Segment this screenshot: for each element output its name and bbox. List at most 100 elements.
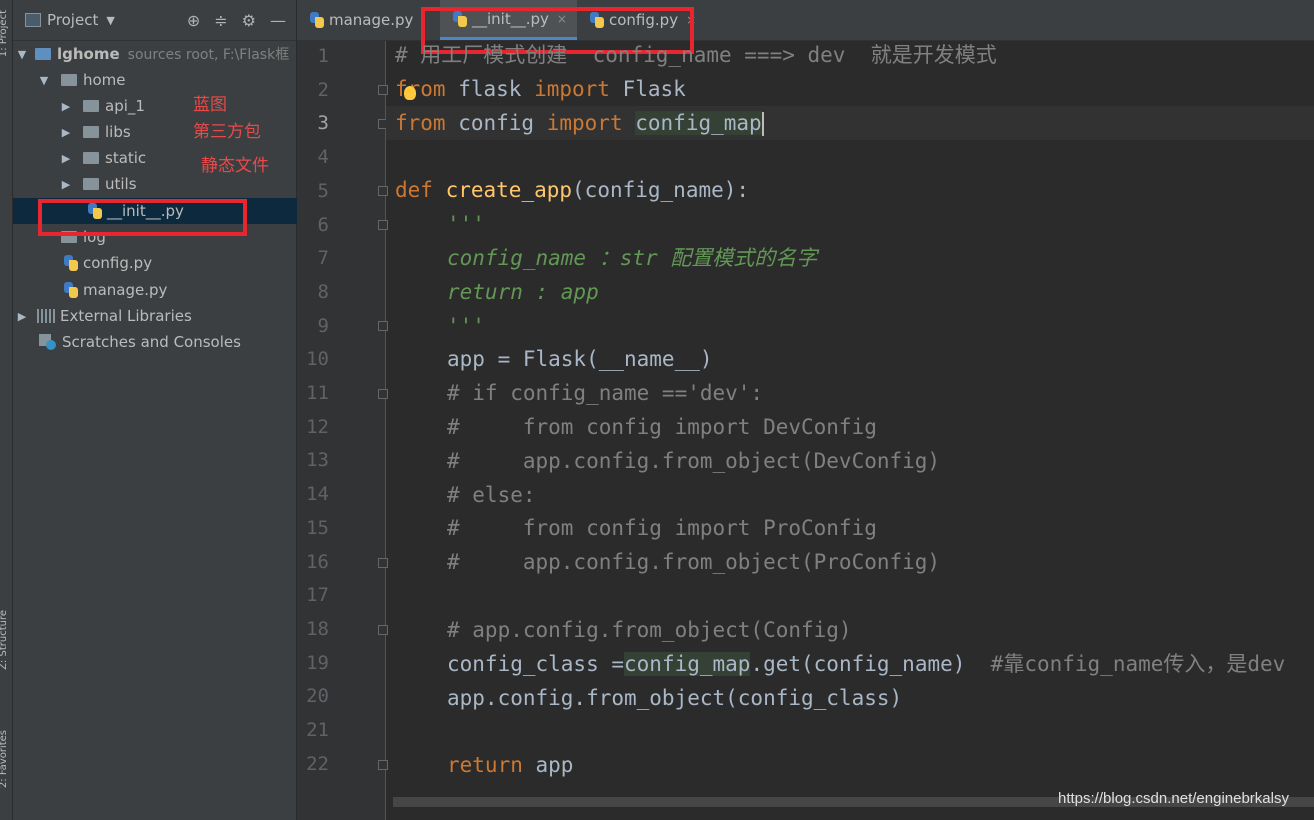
code-line-14: # else: (447, 483, 536, 507)
line-number: 12 (306, 415, 329, 438)
fold-marker-icon[interactable] (378, 760, 388, 770)
fold-marker-icon[interactable] (378, 558, 388, 568)
imported-name: Flask (609, 77, 686, 101)
tree-item-utils[interactable]: ▶ utils (13, 171, 342, 197)
chevron-down-icon[interactable]: ▼ (15, 48, 29, 61)
module-name: config (445, 111, 547, 135)
fold-marker-icon[interactable] (378, 85, 388, 95)
keyword: import (534, 77, 610, 101)
tool-window-strip: 1: Project Z: Structure 2: Favorites (0, 0, 13, 820)
keyword: import (546, 111, 623, 135)
fold-marker-icon[interactable] (378, 186, 388, 196)
imported-name: config_map (635, 111, 762, 135)
fold-marker-icon[interactable] (378, 321, 388, 331)
project-icon (25, 13, 41, 27)
line-number: 17 (306, 584, 329, 607)
chevron-right-icon[interactable]: ▶ (59, 152, 73, 165)
line-number: 3 (317, 112, 329, 135)
line-number: 10 (306, 348, 329, 371)
fold-marker-icon[interactable] (378, 625, 388, 635)
project-tool-tab[interactable]: 1: Project (0, 10, 9, 57)
line-number: 1 (317, 45, 329, 67)
line-number: 13 (306, 449, 329, 472)
python-file-icon (63, 255, 79, 271)
code-text: config_class = (447, 652, 625, 676)
line-number: 7 (317, 247, 329, 270)
line-number: 14 (306, 483, 329, 506)
code-line-8: return : app (447, 280, 599, 304)
tree-item-label: api_1 (105, 97, 145, 115)
module-name: flask (445, 77, 535, 101)
annotation-third-party: 第三方包 (193, 122, 261, 142)
project-panel-toolbar: Project ▼ ⊕ ≑ ⚙ — (13, 0, 296, 41)
line-number: 22 (306, 752, 329, 775)
line-number: 20 (306, 685, 329, 708)
lightbulb-icon[interactable] (404, 86, 416, 100)
folder-icon (83, 152, 99, 164)
line-number: 5 (317, 179, 329, 202)
tab-label: manage.py (329, 11, 414, 29)
chevron-right-icon[interactable]: ▶ (59, 100, 73, 113)
chevron-down-icon[interactable]: ▼ (37, 74, 51, 87)
keyword: return (447, 753, 523, 777)
fold-marker-icon[interactable] (378, 220, 388, 230)
tree-item-label: manage.py (83, 281, 168, 299)
chevron-right-icon[interactable]: ▶ (15, 310, 29, 323)
code-line-22: return app (447, 748, 573, 782)
line-number: 6 (317, 213, 329, 236)
project-panel-title[interactable]: Project (47, 11, 98, 29)
python-file-icon (309, 12, 325, 28)
tree-item-label: Scratches and Consoles (62, 333, 241, 351)
tree-item-lghome[interactable]: ▼ lghome sources root, F:\Flask框 (13, 41, 298, 67)
code-line-9: ''' (447, 314, 485, 338)
tab-manage-py[interactable]: manage.py (309, 0, 423, 40)
code-line-1: # 用工厂模式创建 config_name ===> dev 就是开发模式 (395, 43, 997, 67)
function-name: create_app (445, 178, 573, 202)
tree-item-label: External Libraries (60, 307, 192, 325)
code-line-12: # from config import DevConfig (447, 415, 877, 439)
scratches-icon (39, 334, 57, 350)
chevron-right-icon[interactable]: ▶ (59, 178, 73, 191)
code-line-13: # app.config.from_object(DevConfig) (447, 449, 941, 473)
chevron-right-icon[interactable]: ▶ (59, 126, 73, 139)
editor-gutter: 1 2 3 4 5 6 7 8 9 10 11 12 13 14 15 16 17 18 19 20 21 22 (297, 41, 388, 820)
function-params: (config_name): (572, 178, 750, 202)
code-line-20: app.config.from_object(config_class) (447, 686, 903, 710)
folder-icon (83, 100, 99, 112)
tree-item-libs[interactable]: ▶ libs (13, 119, 342, 145)
code-line-16: # app.config.from_object(ProConfig) (447, 550, 941, 574)
favorites-tool-tab[interactable]: 2: Favorites (0, 730, 9, 788)
fold-marker-icon[interactable] (378, 389, 388, 399)
keyword: from (395, 111, 446, 135)
code-line-3: from config import config_map (395, 106, 764, 140)
code-line-6: ''' (447, 212, 485, 236)
tree-item-label: home (83, 71, 126, 89)
tree-item-label: config.py (83, 254, 153, 272)
line-number: 2 (317, 78, 329, 101)
tree-item-external-libraries[interactable]: ▶ External Libraries (13, 303, 298, 329)
line-number: 21 (306, 719, 329, 741)
watermark: https://blog.csdn.net/enginebrkalsy (1058, 790, 1289, 807)
keyword: from (395, 77, 446, 101)
collapse-all-icon[interactable]: ≑ (214, 11, 227, 30)
python-file-icon (63, 282, 79, 298)
locate-icon[interactable]: ⊕ (187, 11, 200, 30)
code-line-2: from flask import Flask (395, 72, 686, 106)
folder-icon (61, 74, 77, 86)
tree-item-label: static (105, 149, 147, 167)
tree-item-api[interactable]: ▶ api_1 (13, 93, 342, 119)
tree-item-label: lghome (57, 45, 120, 63)
chevron-down-icon[interactable]: ▼ (106, 14, 114, 27)
gear-icon[interactable]: ⚙ (242, 11, 256, 30)
code-line-5: def create_app(config_name): (395, 173, 749, 207)
minimize-icon[interactable]: — (270, 11, 286, 30)
tree-item-scratches[interactable]: Scratches and Consoles (13, 329, 322, 355)
line-number: 11 (306, 382, 329, 404)
line-number: 18 (306, 617, 329, 640)
code-line-11: # if config_name =='dev': (447, 381, 764, 405)
tree-item-label: utils (105, 175, 137, 193)
structure-tool-tab[interactable]: Z: Structure (0, 610, 9, 670)
tree-item-home[interactable]: ▼ home (13, 67, 320, 93)
code-line-10: app = Flask(__name__) (447, 347, 713, 371)
tree-item-static[interactable]: ▶ static (13, 145, 342, 171)
